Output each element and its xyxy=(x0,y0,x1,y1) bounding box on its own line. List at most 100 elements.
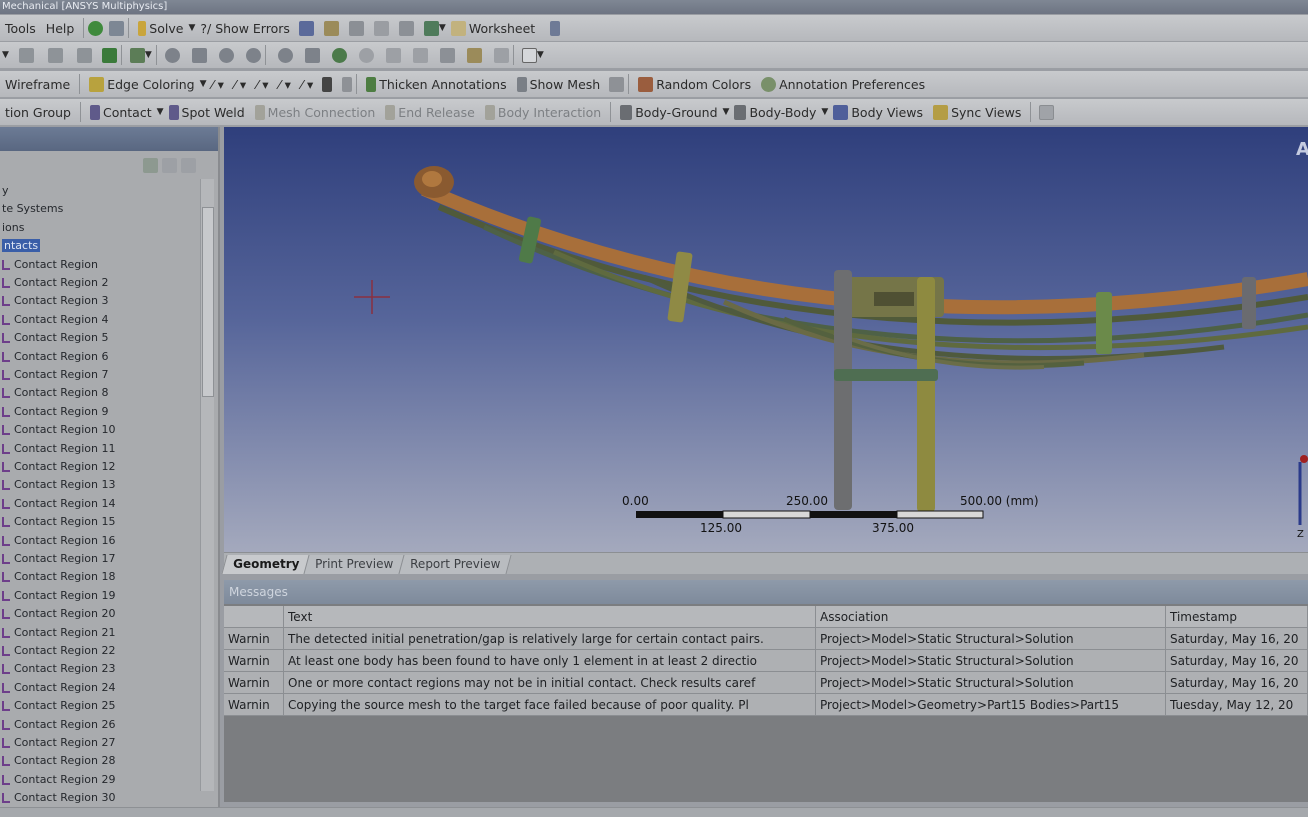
tree-scrollbar-thumb[interactable] xyxy=(202,207,214,397)
tree-item-contact-region[interactable]: Contact Region 28 xyxy=(2,753,115,769)
tree-item-contact-region[interactable]: Contact Region 26 xyxy=(2,717,115,733)
edge-style-1[interactable]: ⁄ ▾ xyxy=(207,73,229,95)
help-cursor-icon[interactable] xyxy=(550,20,561,36)
tree-item-contact-region[interactable]: Contact Region 15 xyxy=(2,514,115,530)
arrow-icon[interactable] xyxy=(109,20,125,36)
tree-item-contact-region[interactable]: Contact Region 6 xyxy=(2,349,108,365)
tree-item-contact-region[interactable]: Contact Region 20 xyxy=(2,606,115,622)
menu-help[interactable]: Help xyxy=(41,17,80,39)
edge-coloring-dropdown-icon[interactable]: ▼ xyxy=(200,79,207,89)
body-ground-dropdown-icon[interactable]: ▼ xyxy=(723,107,730,117)
tree-item-contact-region[interactable]: Contact Region 17 xyxy=(2,551,115,567)
body-body-button[interactable]: Body-Body xyxy=(729,101,821,123)
random-colors-button[interactable]: Random Colors xyxy=(633,73,756,95)
tree-item-contact-region[interactable]: Contact Region 27 xyxy=(2,735,115,751)
tree-item-contact-region[interactable]: Contact Region 11 xyxy=(2,441,115,457)
edge-coloring-button[interactable]: Edge Coloring xyxy=(84,73,199,95)
rotate-icon[interactable] xyxy=(164,47,180,63)
show-errors-button[interactable]: ?/ Show Errors xyxy=(195,17,295,39)
tree-item-contact-region[interactable]: Contact Region 3 xyxy=(2,293,108,309)
tree-item-contact-region[interactable]: Contact Region 21 xyxy=(2,625,115,641)
select-face-icon[interactable] xyxy=(47,47,63,63)
tree-item-contact-region[interactable]: Contact Region 12 xyxy=(2,459,115,475)
dropdown-icon[interactable]: ▼ xyxy=(2,50,9,60)
select-vertex-icon[interactable] xyxy=(101,47,117,63)
edge-style-3[interactable]: ⁄ ▾ xyxy=(251,73,273,95)
tree-item[interactable]: y xyxy=(2,183,9,199)
contact-dropdown-icon[interactable]: ▼ xyxy=(157,107,164,117)
tree-item[interactable]: ntacts xyxy=(2,238,41,254)
tree-item-contact-region[interactable]: Contact Region 14 xyxy=(2,496,115,512)
probe-icon[interactable] xyxy=(323,20,339,36)
pan-icon[interactable] xyxy=(191,47,207,63)
pin-icon[interactable] xyxy=(373,20,389,36)
body-interaction-button[interactable]: Body Interaction xyxy=(480,101,606,123)
contact-button[interactable]: Contact xyxy=(85,101,157,123)
view-icon[interactable] xyxy=(129,47,145,63)
expand-icon[interactable] xyxy=(181,157,196,173)
edge-style-2[interactable]: ⁄ ▾ xyxy=(229,73,251,95)
image-dropdown-icon[interactable]: ▼ xyxy=(439,23,446,33)
tree-item-contact-region[interactable]: Contact Region 24 xyxy=(2,680,115,696)
magnifier-outline-icon[interactable] xyxy=(358,47,374,63)
tree-item-contact-region[interactable]: Contact Region 5 xyxy=(2,330,108,346)
edge-style-4[interactable]: ⁄ ▾ xyxy=(274,73,296,95)
graphics-viewport[interactable]: 0.00 250.00 500.00 (mm) 125.00 375.00 A … xyxy=(224,127,1308,552)
next-view-icon[interactable] xyxy=(412,47,428,63)
edge-style-5[interactable]: ⁄ ▾ xyxy=(296,73,318,95)
message-row[interactable]: Warnin The detected initial penetration/g… xyxy=(224,628,1308,650)
column-header-type[interactable] xyxy=(224,606,284,627)
tab-report-preview[interactable]: Report Preview xyxy=(397,555,512,574)
tree-item-contact-region[interactable]: Contact Region 22 xyxy=(2,643,115,659)
tag-icon[interactable] xyxy=(493,47,509,63)
worksheet-button[interactable]: Worksheet xyxy=(446,17,540,39)
previous-view-icon[interactable] xyxy=(385,47,401,63)
show-mesh-button[interactable]: Show Mesh xyxy=(512,73,606,95)
table-icon[interactable] xyxy=(348,20,364,36)
tree-item[interactable]: te Systems xyxy=(2,201,63,217)
message-row[interactable]: Warnin One or more contact regions may no… xyxy=(224,672,1308,694)
tree-item-contact-region[interactable]: Contact Region xyxy=(2,257,98,273)
sidebar-toggle-icon[interactable] xyxy=(1039,104,1055,120)
box-icon[interactable] xyxy=(466,47,482,63)
tree-item-contact-region[interactable]: Contact Region 10 xyxy=(2,422,115,438)
box-zoom-icon[interactable] xyxy=(277,47,293,63)
viewport-icon[interactable] xyxy=(521,47,537,63)
column-header-timestamp[interactable]: Timestamp xyxy=(1166,606,1308,627)
menu-tools[interactable]: Tools xyxy=(0,17,41,39)
connection-group-button[interactable]: tion Group xyxy=(0,101,76,123)
frame-icon[interactable] xyxy=(398,20,414,36)
grid-icon[interactable] xyxy=(298,20,314,36)
leaf-spring-model[interactable] xyxy=(224,127,1308,552)
body-views-button[interactable]: Body Views xyxy=(828,101,928,123)
tree-item-contact-region[interactable]: Contact Region 2 xyxy=(2,275,108,291)
select-body-icon[interactable] xyxy=(18,47,34,63)
refresh-icon[interactable] xyxy=(143,157,158,173)
tree-item[interactable]: ions xyxy=(2,220,25,236)
search-icon[interactable] xyxy=(162,157,177,173)
view-dropdown-icon[interactable]: ▼ xyxy=(145,50,152,60)
solve-dropdown-icon[interactable]: ▼ xyxy=(188,23,195,33)
image-icon[interactable] xyxy=(423,20,439,36)
tree-item-contact-region[interactable]: Contact Region 9 xyxy=(2,404,108,420)
tree-item-contact-region[interactable]: Contact Region 7 xyxy=(2,367,108,383)
thicken-icon[interactable] xyxy=(342,76,353,92)
tree-item-contact-region[interactable]: Contact Region 25 xyxy=(2,698,115,714)
sync-views-button[interactable]: Sync Views xyxy=(928,101,1026,123)
pushpin-icon[interactable] xyxy=(322,76,333,92)
magnifier-icon[interactable] xyxy=(331,47,347,63)
wireframe-button[interactable]: Wireframe xyxy=(0,73,75,95)
column-header-association[interactable]: Association xyxy=(816,606,1166,627)
end-release-button[interactable]: End Release xyxy=(380,101,480,123)
message-row[interactable]: Warnin At least one body has been found t… xyxy=(224,650,1308,672)
message-row[interactable]: Warnin Copying the source mesh to the tar… xyxy=(224,694,1308,716)
column-header-text[interactable]: Text xyxy=(284,606,816,627)
tree-item-contact-region[interactable]: Contact Region 29 xyxy=(2,772,115,788)
tree-item-contact-region[interactable]: Contact Region 23 xyxy=(2,661,115,677)
tree-item-contact-region[interactable]: Contact Region 30 xyxy=(2,790,115,806)
body-body-dropdown-icon[interactable]: ▼ xyxy=(821,107,828,117)
spot-weld-button[interactable]: Spot Weld xyxy=(164,101,250,123)
iso-view-icon[interactable] xyxy=(439,47,455,63)
tree-item-contact-region[interactable]: Contact Region 4 xyxy=(2,312,108,328)
tab-print-preview[interactable]: Print Preview xyxy=(303,555,406,574)
